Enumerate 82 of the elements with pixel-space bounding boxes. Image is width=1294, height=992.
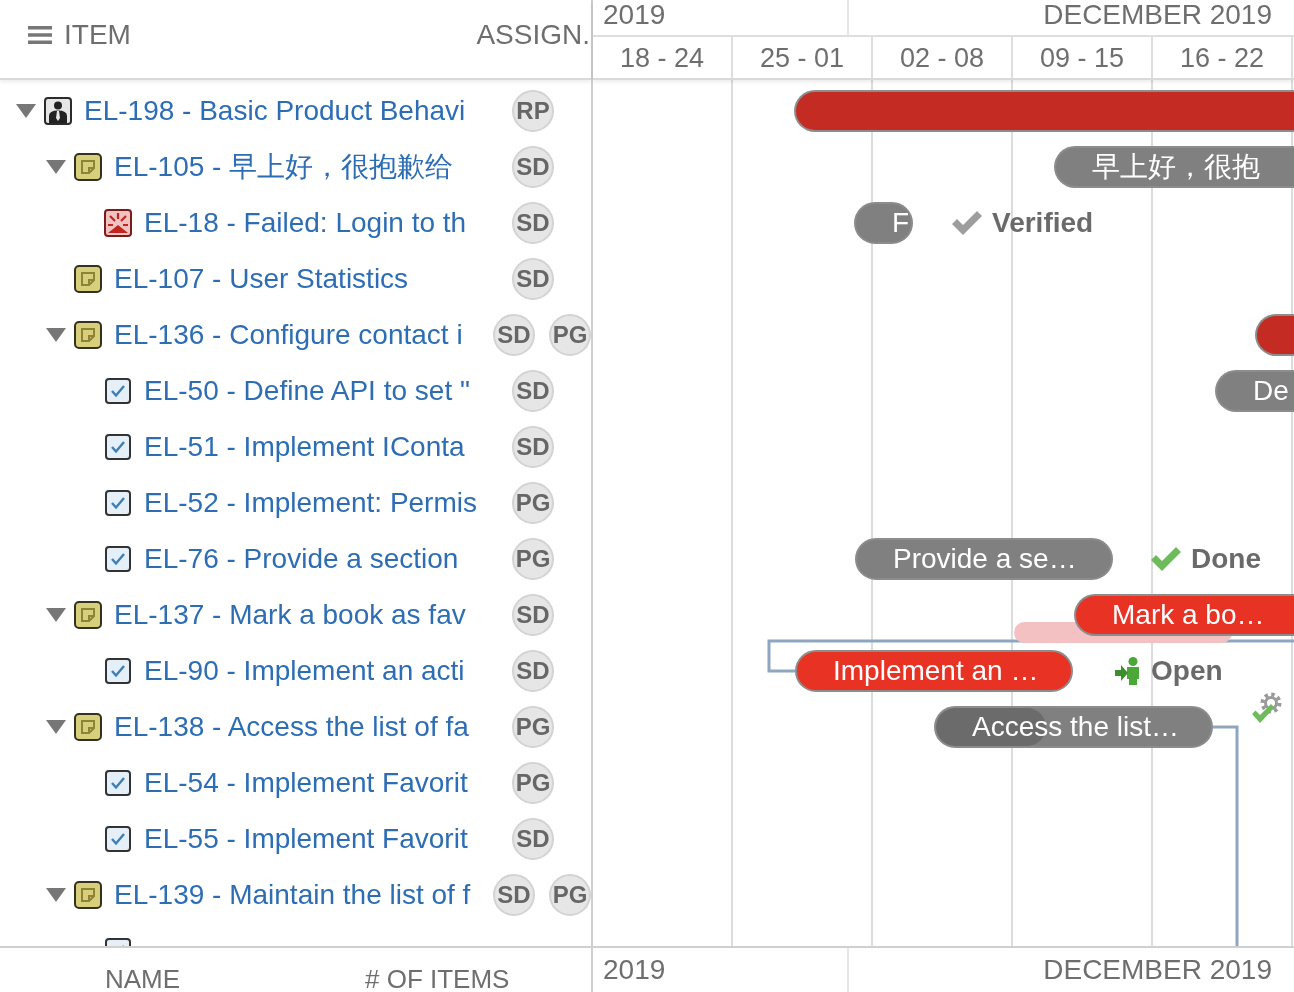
week-label: 18 - 24 [619, 42, 705, 73]
checked-box-icon [104, 433, 132, 461]
task-bar[interactable]: Access the list… [934, 706, 1213, 748]
assignee-avatar: SD [493, 874, 535, 916]
month-label: DECEMBER 2019 [1043, 0, 1272, 30]
item-link[interactable]: EL-198 - Basic Product Behavi [84, 95, 466, 127]
item-link[interactable]: EL-136 - Configure contact i [114, 319, 463, 351]
caret-down-icon[interactable] [46, 328, 66, 342]
checked-box-icon [104, 825, 132, 853]
assignee-avatar: PG [512, 762, 554, 804]
corner-tile-icon [74, 265, 102, 293]
week-label: 25 - 01 [759, 42, 845, 73]
corner-tile-icon [74, 713, 102, 741]
assignee-avatar: SD [512, 146, 554, 188]
item-link[interactable]: EL-50 - Define API to set " [144, 375, 470, 407]
column-header: ASSIGN. [476, 19, 590, 51]
status-label: Verified [992, 207, 1094, 239]
task-bar[interactable]: Mark a bo… [1074, 594, 1294, 636]
checked-box-icon [104, 377, 132, 405]
week-label: 09 - 15 [1039, 42, 1125, 73]
month-label: DECEMBER 2019 [1043, 955, 1272, 985]
assignee-avatar: SD [493, 314, 535, 356]
week-label: 02 - 08 [899, 42, 985, 73]
check-icon [1151, 547, 1181, 571]
task-bar[interactable]: Provide a se… [855, 538, 1113, 580]
task-bar[interactable]: F [854, 202, 913, 244]
corner-tile-icon [74, 601, 102, 629]
checked-box-icon [104, 657, 132, 685]
status-label: Open [1151, 655, 1223, 687]
corner-tile-icon [74, 153, 102, 181]
item-link[interactable]: EL-139 - Maintain the list of f [114, 879, 471, 911]
column-header: # OF ITEMS [365, 966, 510, 992]
corner-tile-icon [74, 321, 102, 349]
item-link[interactable]: EL-55 - Implement Favorit [144, 823, 468, 855]
item-link[interactable]: EL-54 - Implement Favorit [144, 767, 468, 799]
person-arrow-icon [1115, 657, 1141, 685]
caret-down-icon[interactable] [46, 608, 66, 622]
assignee-avatar: SD [512, 426, 554, 468]
task-bar[interactable] [1255, 314, 1294, 356]
burst-tile-icon [104, 209, 132, 237]
item-link[interactable]: EL-52 - Implement: Permis [144, 487, 477, 519]
item-link[interactable]: EL-51 - Implement IConta [144, 431, 465, 463]
gear-check-icon [1252, 691, 1282, 723]
month-label: 2019 [603, 955, 666, 985]
week-label: 16 - 22 [1179, 42, 1265, 73]
caret-down-icon[interactable] [46, 720, 66, 734]
task-bar[interactable]: De [1215, 370, 1294, 412]
item-link[interactable]: EL-138 - Access the list of fa [114, 711, 469, 743]
assignee-avatar: SD [512, 650, 554, 692]
caret-down-icon[interactable] [16, 104, 36, 118]
column-header: ITEM [64, 19, 131, 51]
checked-box-icon [104, 769, 132, 797]
checked-box-icon [104, 545, 132, 573]
checked-box-icon [104, 489, 132, 517]
check-icon [952, 211, 982, 235]
item-link[interactable]: EL-137 - Mark a book as fav [114, 599, 466, 631]
item-link[interactable]: EL-18 - Failed: Login to th [144, 207, 467, 239]
caret-down-icon[interactable] [46, 888, 66, 902]
task-bar[interactable]: 早上好，很抱 [1054, 146, 1294, 188]
assignee-avatar: PG [512, 706, 554, 748]
item-link[interactable]: EL-107 - User Statistics [114, 263, 409, 295]
assignee-avatar: SD [512, 594, 554, 636]
item-link[interactable]: EL-90 - Implement an acti [144, 655, 465, 687]
assignee-avatar: SD [512, 202, 554, 244]
person-tile-icon [44, 97, 72, 125]
assignee-avatar: PG [549, 874, 591, 916]
assignee-avatar: SD [512, 258, 554, 300]
caret-down-icon[interactable] [46, 160, 66, 174]
corner-tile-icon [74, 881, 102, 909]
task-bar[interactable]: Implement an … [795, 650, 1073, 692]
assignee-avatar: PG [512, 482, 554, 524]
assignee-avatar: RP [512, 90, 554, 132]
assignee-avatar: SD [512, 818, 554, 860]
item-link[interactable]: EL-76 - Provide a section [144, 543, 459, 575]
assignee-avatar: PG [549, 314, 591, 356]
status-label: Done [1191, 543, 1261, 575]
column-header: NAME [105, 966, 181, 992]
item-link[interactable]: EL-105 - 早上好，很抱歉给 [114, 151, 454, 183]
assignee-avatar: SD [512, 370, 554, 412]
assignee-avatar: PG [512, 538, 554, 580]
menu-icon[interactable] [28, 26, 52, 44]
month-label: 2019 [603, 0, 666, 30]
